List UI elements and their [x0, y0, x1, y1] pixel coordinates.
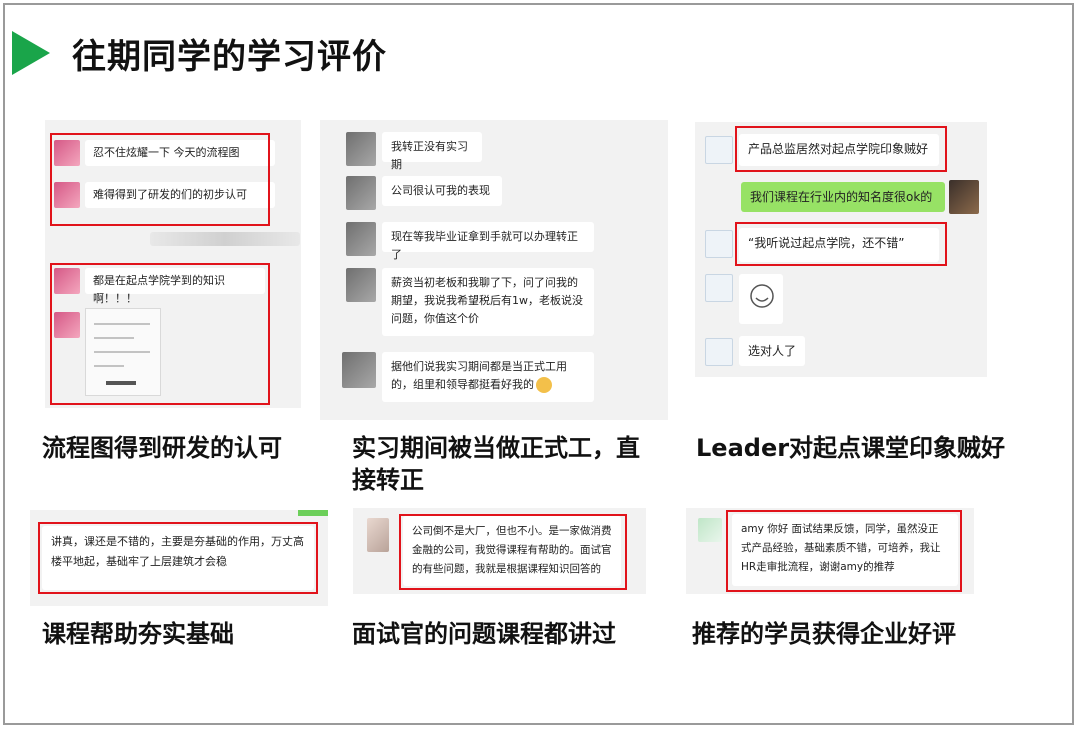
- chat-message: 我转正没有实习期: [382, 132, 482, 171]
- highlight-box: [50, 263, 270, 405]
- highlight-box: [38, 522, 318, 594]
- avatar: [346, 132, 376, 166]
- chat-screenshot-6: amy 你好 面试结果反馈，同学，虽然没正式产品经验，基础素质不错，可培养，我让…: [686, 508, 974, 594]
- chat-message: 薪资当初老板和我聊了下，问了问我的期望，我说我希望税后有1w，老板说没问题，你值…: [382, 268, 594, 336]
- avatar: [346, 176, 376, 210]
- sticker-image: [739, 274, 783, 324]
- green-bar: [298, 510, 328, 516]
- caption: 面试官的问题课程都讲过: [352, 620, 616, 648]
- avatar: [346, 268, 376, 302]
- avatar: [698, 518, 722, 542]
- smile-emoji-icon: [536, 377, 552, 393]
- highlight-box: [399, 514, 627, 590]
- chat-message: 选对人了: [739, 336, 805, 366]
- chat-screenshot-1: 忍不住炫耀一下 今天的流程图 难得得到了研发的们的初步认可 都是在起点学院学到的…: [45, 120, 301, 408]
- highlight-box: [50, 133, 270, 226]
- avatar: [705, 338, 733, 366]
- highlight-box: [735, 126, 947, 172]
- avatar: [949, 180, 979, 214]
- avatar: [346, 222, 376, 256]
- chat-message: 公司很认可我的表现: [382, 176, 502, 206]
- avatar: [342, 352, 376, 388]
- avatar: [705, 274, 733, 302]
- chat-screenshot-4: 讲真，课还是不错的，主要是夯基础的作用，万丈高楼平地起，基础牢了上层建筑才会稳: [30, 510, 328, 606]
- page-title: 往期同学的学习评价: [72, 36, 387, 77]
- sticker-icon: [750, 284, 774, 308]
- chat-message-sent: 我们课程在行业内的知名度很ok的: [741, 182, 945, 212]
- chat-screenshot-2: 我转正没有实习期 公司很认可我的表现 现在等我毕业证拿到手就可以办理转正了 薪资…: [320, 120, 668, 420]
- chat-message: 现在等我毕业证拿到手就可以办理转正了: [382, 222, 594, 261]
- chat-screenshot-5: 公司倒不是大厂，但也不小。是一家做消费金融的公司，我觉得课程有帮助的。面试官的有…: [353, 508, 646, 594]
- blurred-row: [150, 232, 300, 246]
- highlight-box: [735, 222, 947, 266]
- avatar: [367, 518, 389, 552]
- caption: Leader对起点课堂印象贼好: [696, 434, 1006, 462]
- play-triangle-icon: [12, 31, 50, 75]
- avatar: [705, 136, 733, 164]
- chat-message: 据他们说我实习期间都是当正式工用的，组里和领导都挺看好我的: [382, 352, 594, 402]
- chat-screenshot-3: 产品总监居然对起点学院印象贼好 我们课程在行业内的知名度很ok的 “我听说过起点…: [695, 122, 987, 377]
- caption: 流程图得到研发的认可: [42, 434, 282, 462]
- caption: 课程帮助夯实基础: [42, 620, 234, 648]
- caption: 推荐的学员获得企业好评: [692, 620, 956, 648]
- caption: 实习期间被当做正式工，直接转正: [352, 434, 640, 494]
- highlight-box: [726, 510, 962, 592]
- avatar: [705, 230, 733, 258]
- title-row: 往期同学的学习评价: [12, 30, 387, 77]
